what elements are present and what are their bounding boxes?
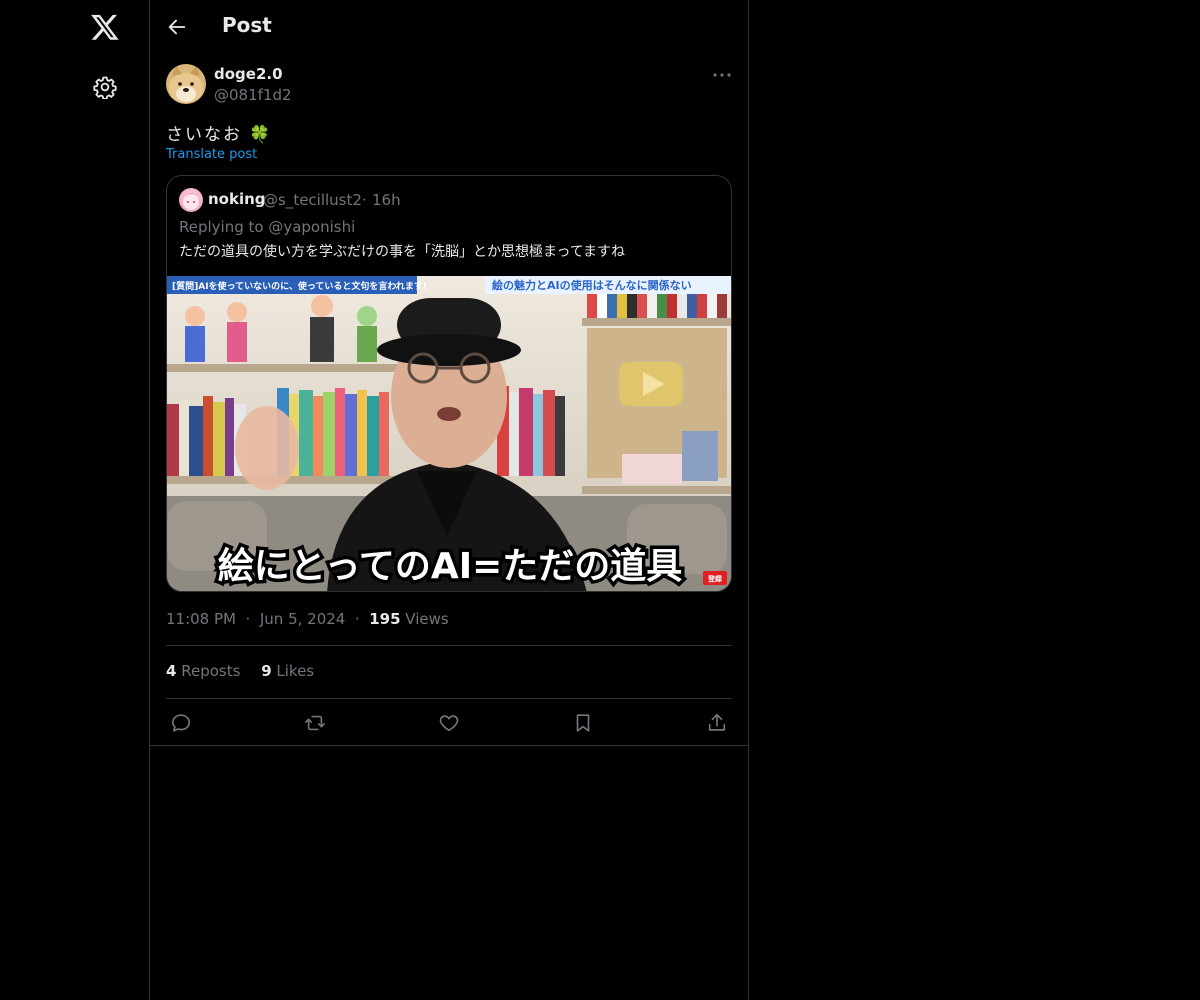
translate-post-link[interactable]: Translate post [166,147,257,162]
separator-dot: · [362,191,367,209]
post-meta: 11:08 PM · Jun 5, 2024 · 195 Views [166,610,449,628]
quoted-post[interactable]: noking @s_tecillust2 · 16h Replying to @… [166,175,732,592]
divider [150,745,748,746]
media-caption: 絵にとってのAI=ただの道具 [218,546,683,587]
post-column: Post doge2.0 @081f1d2 さいなお 🍀 Translate p… [149,0,749,1000]
likes-label: Likes [276,662,315,680]
engagement-stats: 4 Reposts 9 Likes [166,662,330,680]
share-icon[interactable] [706,712,728,734]
repost-icon[interactable] [304,712,326,734]
author-handle[interactable]: @081f1d2 [214,86,292,104]
quote-author-name[interactable]: noking [208,190,266,208]
reposts-count: 4 [166,662,177,680]
heart-icon[interactable] [438,712,460,734]
x-logo-icon[interactable] [90,12,120,42]
views-label: Views [405,610,449,628]
reposts-stat[interactable]: 4 Reposts [166,662,240,680]
media-banner-left: [質問]AIを使っていないのに、使っていると文句を言われます! [172,280,427,292]
reposts-label: Reposts [181,662,241,680]
post-time[interactable]: 11:08 PM [166,610,236,628]
divider [166,698,732,699]
quote-author-handle: @s_tecillust2 [263,191,362,209]
left-rail [0,0,149,1000]
gear-icon[interactable] [93,75,117,99]
likes-stat[interactable]: 9 Likes [261,662,314,680]
clover-emoji: 🍀 [249,125,273,145]
views-count: 195 [369,610,401,628]
more-dots-icon[interactable] [712,68,732,82]
divider [166,645,732,646]
reply-icon[interactable] [170,712,192,734]
replying-to: Replying to @yaponishi [179,218,356,236]
media-banner-right: 絵の魅力とAIの使用はそんなに関係ない [492,278,692,292]
quote-media-image[interactable]: [質問]AIを使っていないのに、使っていると文句を言われます! 絵の魅力とAIの… [167,276,732,592]
separator-dot: · [240,610,256,628]
media-badge: 登録 [707,574,723,583]
action-bar [166,708,732,738]
author-row: doge2.0 @081f1d2 [166,64,732,108]
post-date[interactable]: Jun 5, 2024 [260,610,345,628]
separator-dot: · [350,610,365,628]
bookmark-icon[interactable] [572,712,594,734]
quote-avatar[interactable] [179,188,203,212]
author-name[interactable]: doge2.0 [214,65,283,83]
likes-count: 9 [261,662,272,680]
header: Post [150,0,748,54]
post-text-body: さいなお [166,125,242,145]
avatar[interactable] [166,64,206,104]
page-title: Post [222,13,272,37]
post-text: さいなお 🍀 [166,120,273,145]
quote-time: 16h [372,191,401,209]
back-arrow-icon[interactable] [166,16,188,38]
quote-text: ただの道具の使い方を学ぶだけの事を「洗脳」とか思想極まってますね [179,244,626,260]
